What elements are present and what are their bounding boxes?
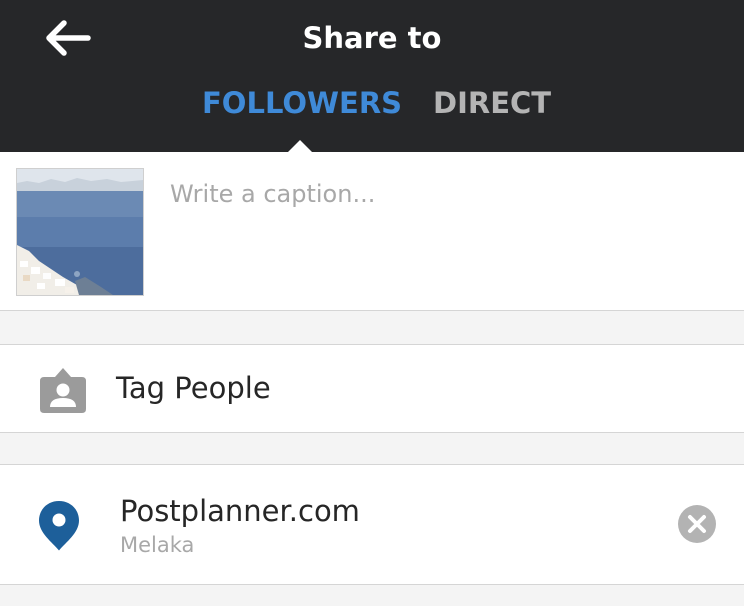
- tag-people-row[interactable]: Tag People: [0, 344, 744, 433]
- location-pin-icon: [39, 501, 79, 551]
- tag-people-label: Tag People: [116, 371, 271, 405]
- location-row[interactable]: Postplanner.com Melaka: [0, 464, 744, 585]
- tab-direct[interactable]: DIRECT: [433, 83, 551, 123]
- caption-section: [0, 152, 744, 311]
- post-thumbnail: [16, 168, 144, 296]
- clear-location-button[interactable]: [678, 505, 716, 543]
- tag-person-icon: [40, 368, 86, 413]
- location-subtitle: Melaka: [120, 533, 195, 557]
- tab-followers[interactable]: FOLLOWERS: [202, 83, 402, 123]
- page-title: Share to: [302, 21, 442, 55]
- share-tabs: FOLLOWERS DIRECT: [0, 83, 744, 123]
- active-tab-indicator: [288, 140, 312, 152]
- caption-input[interactable]: [170, 172, 710, 216]
- clear-circle-icon: [678, 505, 716, 543]
- header-bar: Share to FOLLOWERS DIRECT: [0, 0, 744, 152]
- location-name: Postplanner.com: [120, 494, 360, 528]
